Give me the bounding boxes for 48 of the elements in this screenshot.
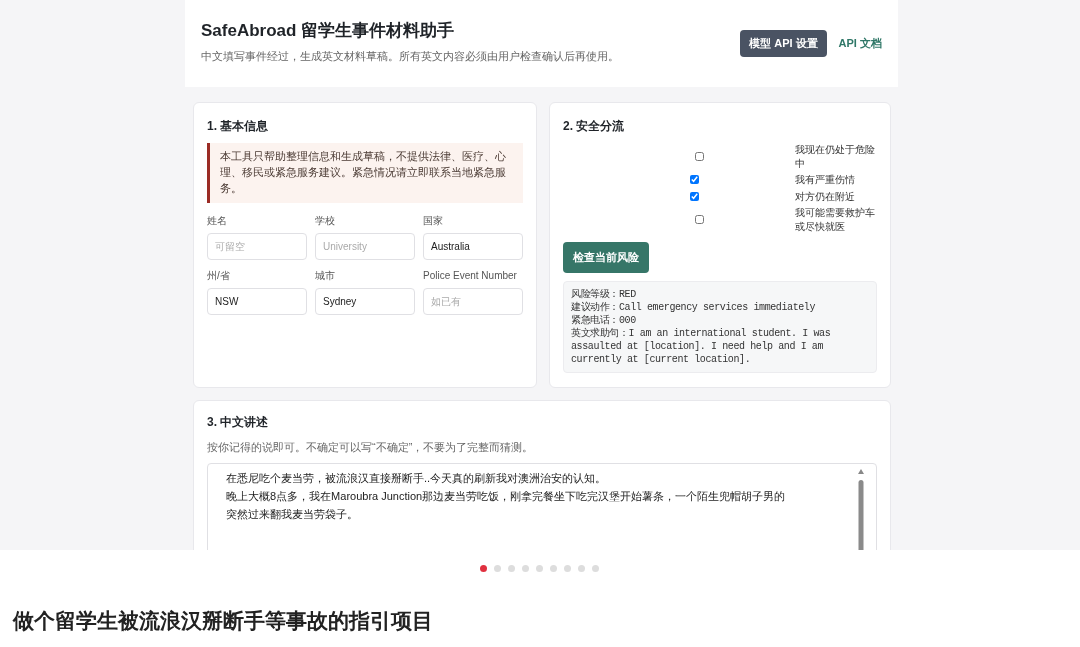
option-label: 我可能需要救护车或尽快就医 <box>795 206 876 233</box>
carousel-dot[interactable] <box>592 565 599 572</box>
result-line: 建议动作：Call emergency services immediately <box>571 300 817 314</box>
input-field[interactable]: NSW <box>207 287 307 315</box>
check-risk-button[interactable]: 检查当前风险 <box>563 242 649 273</box>
disclaimer-notice: 本工具只帮助整理信息和生成草稿，不提供法律、医疗、心理、移民或紧急服务建议。紧急情况请立即联系当地紧急服务。 <box>207 143 523 203</box>
app-subtitle: 中文填写事件经过，生成英文材料草稿。所有英文内容必须由用户检查确认后再使用。 <box>201 48 619 64</box>
card-title: 1. 基本信息 <box>207 118 270 135</box>
checkbox[interactable] <box>690 175 699 185</box>
checkbox[interactable] <box>690 191 699 201</box>
field-label: 学校 <box>315 213 336 228</box>
carousel-dot[interactable] <box>578 565 585 572</box>
app-title: SafeAbroad 留学生事件材料助手 <box>201 20 456 42</box>
carousel-dot[interactable] <box>480 565 487 572</box>
story-line: 突然过来翻我麦当劳袋子。 <box>226 507 359 522</box>
hint-text: 按你记得的说即可。不确定可以写“不确定”，不要为了完整而猜测。 <box>207 439 535 455</box>
input-field[interactable]: Australia <box>423 232 523 260</box>
post-title: 做个留学生被流浪汉掰断手等事故的指引项目 <box>13 608 434 634</box>
carousel-dot[interactable] <box>522 565 529 572</box>
carousel-dot[interactable] <box>508 565 515 572</box>
settings-button[interactable]: 模型 API 设置 <box>740 30 827 57</box>
card-title: 3. 中文讲述 <box>207 413 270 431</box>
story-line: 晚上大概8点多，我在Maroubra Junction那边麦当劳吃饭，刚拿完餐坐下吃完汉堡开始薯条，一个陌生兜帽胡子男的 <box>226 489 787 504</box>
input-field[interactable]: University <box>315 232 415 260</box>
input-field[interactable]: Sydney <box>315 287 415 315</box>
field-label: 国家 <box>423 213 444 228</box>
docs-link[interactable]: API 文档 <box>838 35 882 52</box>
card-title: 2. 安全分流 <box>563 118 626 135</box>
field-label: Police Event Number <box>423 268 518 283</box>
result-line: 风险等级：RED <box>571 287 637 301</box>
carousel-dot[interactable] <box>550 565 557 572</box>
option-label: 对方仍在附近 <box>795 189 856 203</box>
input-field[interactable]: 可留空 <box>207 232 307 260</box>
carousel-dot[interactable] <box>494 565 501 572</box>
carousel-dot[interactable] <box>536 565 543 572</box>
option-label: 我有严重伤情 <box>795 173 856 187</box>
result-line: 紧急电话：000 <box>571 313 637 327</box>
option-label: 我现在仍处于危险中 <box>795 143 876 170</box>
story-line: 在悉尼吃个麦当劳，被流浪汉直接掰断手..今天真的刷新我对澳洲治安的认知。 <box>226 471 608 486</box>
carousel-dot[interactable] <box>564 565 571 572</box>
field-label: 城市 <box>315 268 336 283</box>
field-label: 姓名 <box>207 213 228 228</box>
checkbox[interactable] <box>694 152 704 161</box>
input-field[interactable]: 如已有 <box>423 287 523 315</box>
field-label: 州/省 <box>207 268 231 283</box>
checkbox[interactable] <box>694 215 704 224</box>
scrollbar[interactable] <box>858 468 864 550</box>
result-line: 英文求助句：I am an international student. I was assaulted at [location]. I need help and I am currently at [current location]. <box>571 326 832 366</box>
